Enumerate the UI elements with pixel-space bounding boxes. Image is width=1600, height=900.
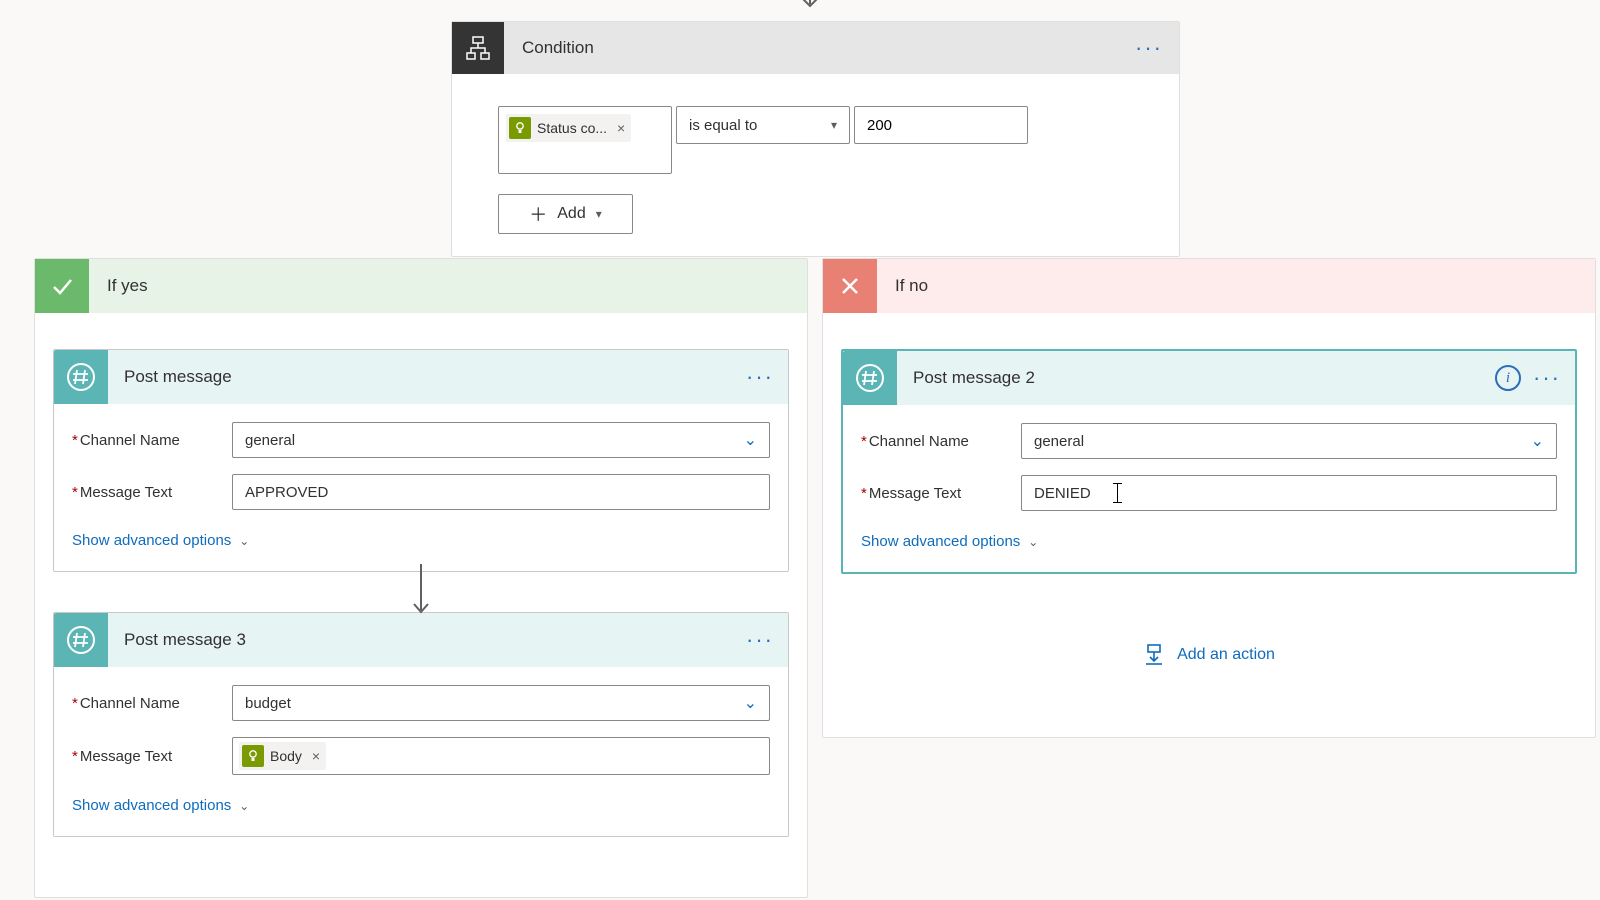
- post-message-3-title: Post message 3: [108, 630, 746, 650]
- channel-value: general: [1034, 433, 1084, 450]
- message-value: DENIED: [1034, 485, 1091, 502]
- if-yes-branch: If yes Post message ··· *Channel Name ge…: [34, 258, 808, 898]
- channel-name-select[interactable]: budget ⌄: [232, 685, 770, 721]
- channel-value: budget: [245, 695, 291, 712]
- condition-header[interactable]: Condition ···: [452, 22, 1179, 74]
- channel-value: general: [245, 432, 295, 449]
- post-message-2-header[interactable]: Post message 2 i ···: [843, 351, 1575, 405]
- message-value: APPROVED: [245, 484, 328, 501]
- flow-arrow-in: [800, 0, 820, 12]
- operator-value: is equal to: [689, 117, 757, 134]
- chevron-down-icon: ⌄: [239, 799, 249, 813]
- if-no-title: If no: [877, 276, 928, 296]
- dynamic-token-body[interactable]: Body ×: [239, 742, 326, 770]
- add-label: Add: [557, 205, 585, 223]
- condition-icon: [452, 22, 504, 74]
- post-message-header[interactable]: Post message ···: [54, 350, 788, 404]
- token-remove-icon[interactable]: ×: [617, 120, 625, 136]
- if-yes-header: If yes: [35, 259, 807, 313]
- message-text-label: *Message Text: [72, 748, 232, 765]
- condition-left-operand[interactable]: Status co... ×: [498, 106, 672, 174]
- post-message-title: Post message: [108, 367, 746, 387]
- condition-expression-row: Status co... × is equal to ▾: [498, 106, 1133, 174]
- message-text-label: *Message Text: [861, 485, 1021, 502]
- message-text-input[interactable]: DENIED: [1021, 475, 1557, 511]
- show-advanced-link[interactable]: Show advanced options ⌄: [861, 527, 1038, 564]
- chevron-down-icon: ⌄: [1531, 431, 1544, 451]
- token-remove-icon[interactable]: ×: [312, 748, 320, 764]
- message-text-label: *Message Text: [72, 484, 232, 501]
- post-message-card: Post message ··· *Channel Name general ⌄…: [53, 349, 789, 572]
- show-advanced-link[interactable]: Show advanced options ⌄: [72, 791, 249, 828]
- lightbulb-icon: [242, 745, 264, 767]
- action-menu-icon[interactable]: ···: [1533, 365, 1561, 391]
- channel-name-select[interactable]: general ⌄: [232, 422, 770, 458]
- action-menu-icon[interactable]: ···: [746, 364, 774, 390]
- lightbulb-icon: [509, 117, 531, 139]
- post-message-2-title: Post message 2: [897, 368, 1495, 388]
- channel-name-select[interactable]: general ⌄: [1021, 423, 1557, 459]
- slack-hash-icon: [54, 350, 108, 404]
- slack-hash-icon: [843, 351, 897, 405]
- condition-add-button[interactable]: ＋ Add ▾: [498, 194, 633, 234]
- channel-name-label: *Channel Name: [72, 432, 232, 449]
- chevron-down-icon: ⌄: [744, 430, 757, 450]
- channel-name-label: *Channel Name: [861, 433, 1021, 450]
- dynamic-token-status-code[interactable]: Status co... ×: [506, 114, 631, 142]
- chevron-down-icon: ⌄: [1028, 535, 1038, 549]
- show-advanced-link[interactable]: Show advanced options ⌄: [72, 526, 249, 563]
- post-message-3-card: Post message 3 ··· *Channel Name budget …: [53, 612, 789, 837]
- chevron-down-icon: ▾: [831, 118, 837, 132]
- condition-card: Condition ··· Status co... × is equal to…: [451, 21, 1180, 257]
- condition-value-input[interactable]: [854, 106, 1028, 144]
- if-no-header: If no: [823, 259, 1595, 313]
- message-text-input[interactable]: Body ×: [232, 737, 770, 775]
- message-text-input[interactable]: APPROVED: [232, 474, 770, 510]
- chevron-down-icon: ▾: [596, 207, 602, 221]
- channel-name-label: *Channel Name: [72, 695, 232, 712]
- chevron-down-icon: ⌄: [239, 534, 249, 548]
- chevron-down-icon: ⌄: [744, 693, 757, 713]
- add-action-icon: [1143, 644, 1165, 666]
- action-menu-icon[interactable]: ···: [746, 627, 774, 653]
- post-message-3-header[interactable]: Post message 3 ···: [54, 613, 788, 667]
- token-label: Status co...: [537, 120, 607, 136]
- if-yes-title: If yes: [89, 276, 148, 296]
- post-message-2-card: Post message 2 i ··· *Channel Name gener…: [841, 349, 1577, 574]
- info-icon[interactable]: i: [1495, 365, 1521, 391]
- condition-operator-select[interactable]: is equal to ▾: [676, 106, 850, 144]
- plus-icon: ＋: [529, 201, 547, 227]
- checkmark-icon: [35, 259, 89, 313]
- token-label: Body: [270, 748, 302, 764]
- add-action-button[interactable]: Add an action: [823, 644, 1595, 666]
- if-no-branch: If no Post message 2 i ··· *Channel Name…: [822, 258, 1596, 738]
- add-action-label: Add an action: [1177, 646, 1275, 664]
- condition-menu-icon[interactable]: ···: [1131, 35, 1167, 61]
- text-caret: [1117, 483, 1118, 503]
- close-icon: [823, 259, 877, 313]
- condition-title: Condition: [504, 38, 1131, 58]
- slack-hash-icon: [54, 613, 108, 667]
